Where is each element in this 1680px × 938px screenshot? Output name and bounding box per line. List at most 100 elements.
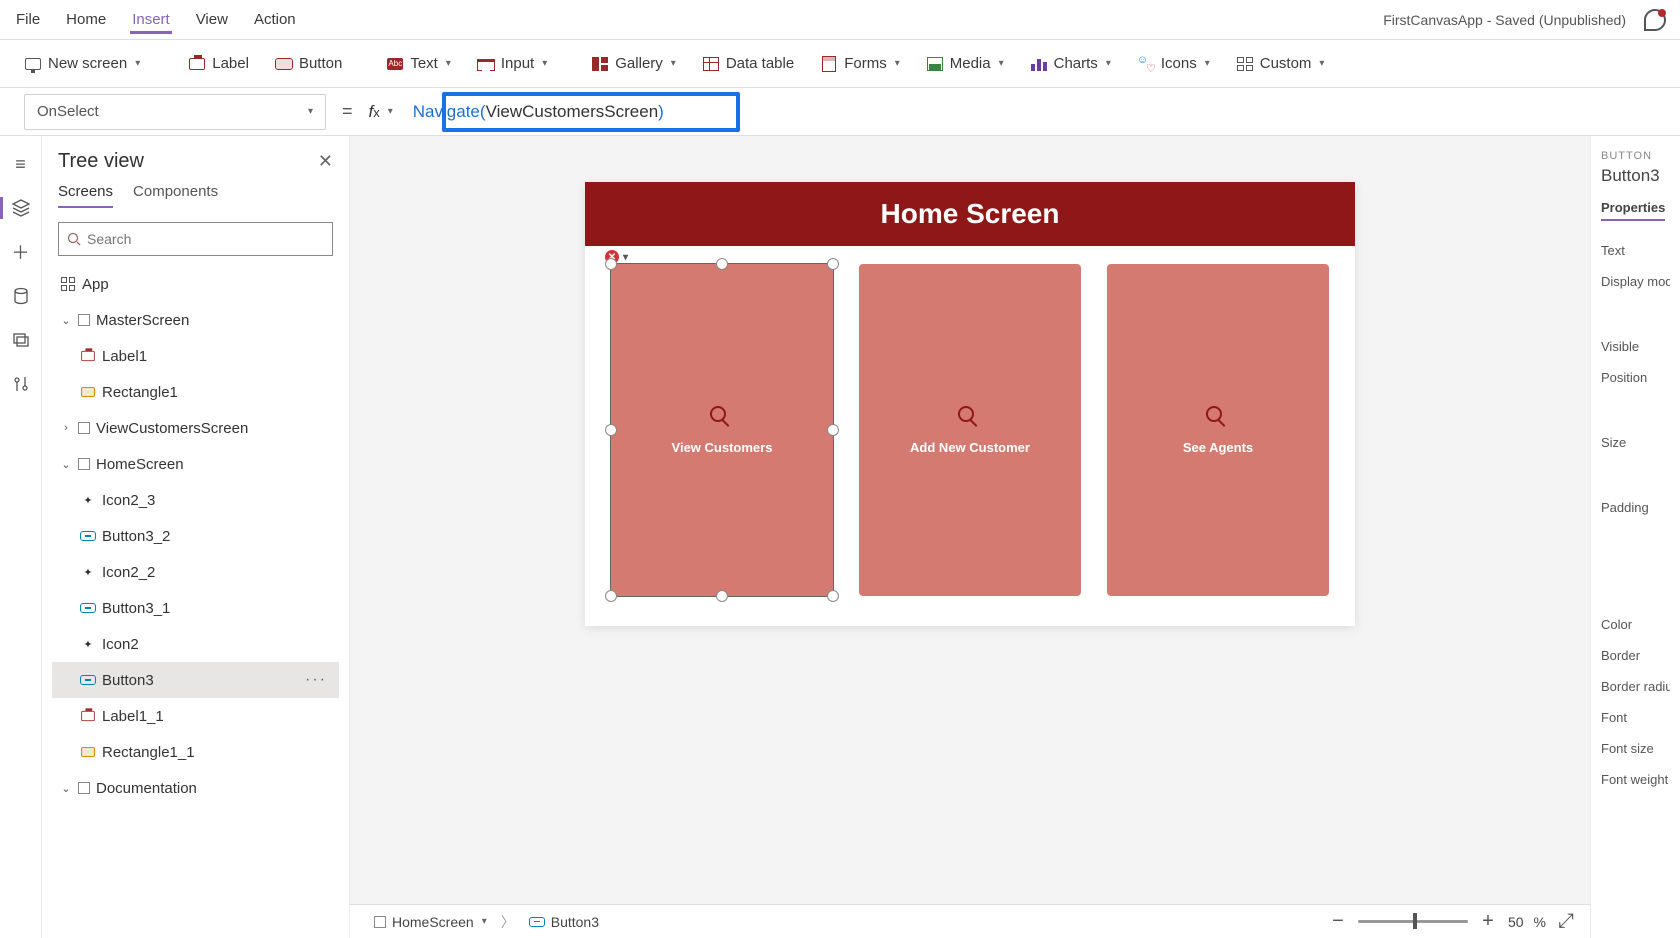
- zoom-in-button[interactable]: +: [1478, 910, 1498, 933]
- prop-row-text[interactable]: Text: [1601, 235, 1670, 266]
- tree-item-icon2-3[interactable]: ✦ Icon2_3: [52, 482, 339, 518]
- tree-item-icon2[interactable]: ✦ Icon2: [52, 626, 339, 662]
- breadcrumb-control-label: Button3: [551, 914, 599, 930]
- chevron-down-icon[interactable]: ⌄: [60, 314, 72, 327]
- canvas-card-add-customer[interactable]: Add New Customer: [859, 264, 1081, 596]
- canvas-card-view-customers[interactable]: ✕ ▾ View Customers: [611, 264, 833, 596]
- prop-row-displaymode[interactable]: Display mod: [1601, 266, 1670, 297]
- tree-item-label1-1[interactable]: Label1_1: [52, 698, 339, 734]
- menu-action[interactable]: Action: [252, 5, 298, 34]
- search-icon: [710, 406, 734, 430]
- rectangle-icon: [80, 744, 96, 760]
- insert-forms-button[interactable]: Forms ▾: [810, 50, 910, 78]
- rail-insert[interactable]: ＋: [9, 240, 33, 264]
- tree-search-input[interactable]: [87, 231, 324, 247]
- top-menu-bar: File Home Insert View Action FirstCanvas…: [0, 0, 1680, 40]
- zoom-slider[interactable]: [1358, 920, 1468, 923]
- prop-row-visible[interactable]: Visible: [1601, 331, 1670, 362]
- insert-charts-button[interactable]: Charts ▾: [1020, 50, 1121, 78]
- close-panel-button[interactable]: ✕: [318, 151, 333, 172]
- menu-file[interactable]: File: [14, 5, 42, 34]
- fx-button[interactable]: fx ▾: [369, 102, 393, 122]
- formula-input[interactable]: Navigate(ViewCustomersScreen): [403, 94, 1656, 130]
- canvas-screen-header[interactable]: Home Screen: [585, 182, 1355, 246]
- button-icon: [80, 672, 96, 688]
- tree-tab-components[interactable]: Components: [133, 183, 218, 208]
- new-screen-button[interactable]: New screen ▾: [14, 50, 150, 78]
- insert-text-button[interactable]: Abc Text ▾: [376, 50, 461, 78]
- tree-item-documentation[interactable]: ⌄ Documentation: [52, 770, 339, 806]
- breadcrumb-control[interactable]: Button3: [519, 910, 609, 934]
- app-title: FirstCanvasApp - Saved (Unpublished): [1383, 12, 1626, 28]
- rail-media[interactable]: [9, 328, 33, 352]
- app-checker-icon[interactable]: [1644, 9, 1666, 31]
- screen-thumb-icon: [78, 782, 90, 794]
- tree-item-button3-2[interactable]: Button3_2: [52, 518, 339, 554]
- tree-item-label: Icon2_2: [102, 564, 155, 581]
- menu-view[interactable]: View: [194, 5, 230, 34]
- prop-row-position[interactable]: Position: [1601, 362, 1670, 393]
- tree-item-masterscreen[interactable]: ⌄ MasterScreen: [52, 302, 339, 338]
- prop-row-border[interactable]: Border: [1601, 640, 1670, 671]
- prop-row-font-size[interactable]: Font size: [1601, 733, 1670, 764]
- fx-icon: fx: [369, 102, 380, 122]
- zoom-value: 50: [1508, 914, 1524, 930]
- breadcrumb-screen[interactable]: HomeScreen ▾: [364, 910, 497, 934]
- tree-item-label1[interactable]: Label1: [52, 338, 339, 374]
- insert-label-button[interactable]: Label: [178, 50, 259, 78]
- rail-tree-view[interactable]: [9, 196, 33, 220]
- chevron-down-icon[interactable]: ⌄: [60, 458, 72, 471]
- fit-to-window-button[interactable]: ⤢: [1556, 910, 1576, 933]
- canvas-card-see-agents[interactable]: See Agents: [1107, 264, 1329, 596]
- insert-custom-button[interactable]: Custom ▾: [1226, 50, 1335, 78]
- property-selector[interactable]: OnSelect ▾: [24, 94, 326, 130]
- tree-item-rectangle1-1[interactable]: Rectangle1_1: [52, 734, 339, 770]
- forms-icon: [820, 55, 838, 73]
- prop-row-font-weight[interactable]: Font weight: [1601, 764, 1670, 795]
- tree-search[interactable]: [58, 222, 333, 256]
- tree-tab-screens[interactable]: Screens: [58, 183, 113, 208]
- zoom-out-button[interactable]: −: [1328, 910, 1348, 933]
- tree-item-rectangle1[interactable]: Rectangle1: [52, 374, 339, 410]
- tree-item-app[interactable]: App: [52, 266, 339, 302]
- chevron-down-icon: ▾: [308, 106, 313, 117]
- more-options-icon[interactable]: ···: [305, 671, 327, 689]
- canvas-screen[interactable]: Home Screen ✕ ▾ View Customers: [585, 182, 1355, 626]
- tree-item-icon2-2[interactable]: ✦ Icon2_2: [52, 554, 339, 590]
- chevron-down-icon: ▾: [1205, 58, 1210, 69]
- menu-insert[interactable]: Insert: [130, 5, 172, 34]
- insert-icons-button[interactable]: Icons ▾: [1127, 50, 1220, 78]
- menu-home[interactable]: Home: [64, 5, 108, 34]
- tree-scroll[interactable]: App ⌄ MasterScreen Label1 Rectangle1 › V…: [52, 266, 339, 938]
- tree-item-label: Button3_1: [102, 600, 170, 617]
- app-body: ≡ ＋ Tree view ✕ Screens Components: [0, 136, 1680, 938]
- chevron-down-icon: ▾: [999, 58, 1004, 69]
- chevron-down-icon: ▾: [1106, 58, 1111, 69]
- insert-input-button[interactable]: Input ▾: [467, 50, 557, 78]
- prop-row-size[interactable]: Size: [1601, 427, 1670, 458]
- tree-item-homescreen[interactable]: ⌄ HomeScreen: [52, 446, 339, 482]
- chevron-down-icon[interactable]: ⌄: [60, 782, 72, 795]
- insert-charts-label: Charts: [1054, 55, 1098, 72]
- insert-button-button[interactable]: Button: [265, 50, 352, 78]
- tree-item-viewcustomersscreen[interactable]: › ViewCustomersScreen: [52, 410, 339, 446]
- canvas-viewport[interactable]: Home Screen ✕ ▾ View Customers: [350, 136, 1590, 904]
- prop-row-border-radius[interactable]: Border radiu: [1601, 671, 1670, 702]
- prop-row-color[interactable]: Color: [1601, 609, 1670, 640]
- rail-advanced[interactable]: [9, 372, 33, 396]
- rail-hamburger[interactable]: ≡: [9, 152, 33, 176]
- tree-item-label: Rectangle1: [102, 384, 178, 401]
- chevron-right-icon[interactable]: ›: [60, 422, 72, 434]
- screen-thumb-icon: [78, 458, 90, 470]
- app-icon: [60, 276, 76, 292]
- properties-tab[interactable]: Properties: [1601, 200, 1665, 221]
- insert-media-button[interactable]: Media ▾: [916, 50, 1014, 78]
- prop-row-font[interactable]: Font: [1601, 702, 1670, 733]
- insert-datatable-button[interactable]: Data table: [692, 50, 804, 78]
- rail-data[interactable]: [9, 284, 33, 308]
- tree-item-button3[interactable]: Button3 ···: [52, 662, 339, 698]
- insert-gallery-button[interactable]: Gallery ▾: [581, 50, 686, 78]
- tree-item-label: Icon2: [102, 636, 139, 653]
- tree-item-button3-1[interactable]: Button3_1: [52, 590, 339, 626]
- prop-row-padding[interactable]: Padding: [1601, 492, 1670, 523]
